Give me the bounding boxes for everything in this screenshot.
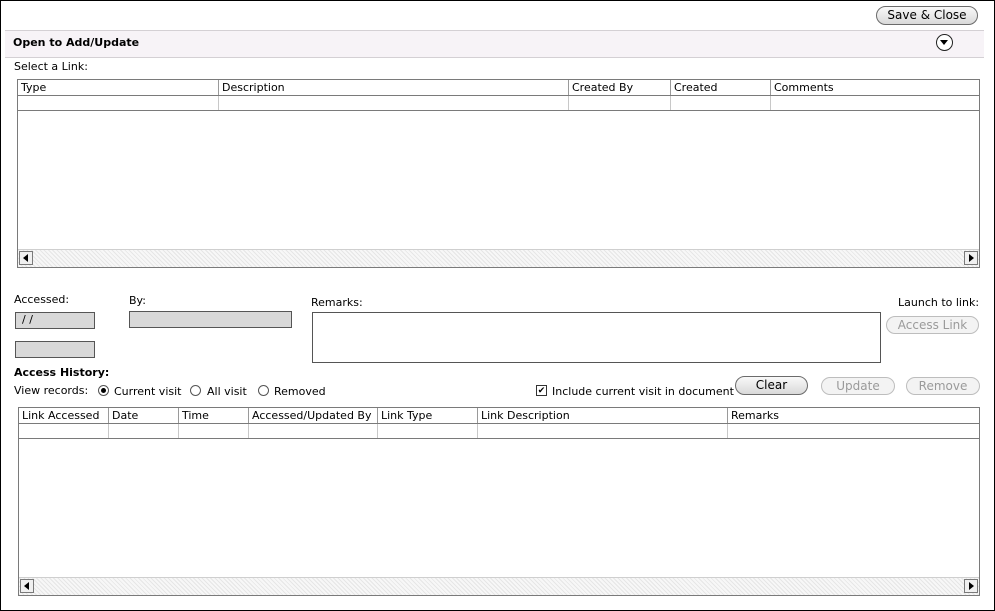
remove-button[interactable]: Remove bbox=[906, 377, 980, 395]
history-col-time[interactable]: Time bbox=[179, 408, 249, 423]
radio-current-visit[interactable] bbox=[98, 385, 109, 396]
chevron-down-icon[interactable] bbox=[936, 34, 953, 51]
history-col-remarks[interactable]: Remarks bbox=[728, 408, 979, 423]
links-col-comments[interactable]: Comments bbox=[771, 80, 979, 95]
history-col-link-type[interactable]: Link Type bbox=[378, 408, 478, 423]
table-cell bbox=[478, 424, 728, 438]
scroll-right-icon[interactable] bbox=[964, 251, 978, 265]
links-table[interactable]: Type Description Created By Created Comm… bbox=[17, 79, 980, 268]
radio-removed[interactable] bbox=[258, 385, 269, 396]
radio-removed-label[interactable]: Removed bbox=[274, 385, 326, 398]
history-col-date[interactable]: Date bbox=[109, 408, 179, 423]
accessed-label: Accessed: bbox=[14, 293, 70, 306]
links-table-header: Type Description Created By Created Comm… bbox=[18, 80, 979, 96]
launch-label: Launch to link: bbox=[898, 296, 980, 309]
history-table-header: Link Accessed Date Time Accessed/Updated… bbox=[19, 408, 979, 424]
table-row[interactable] bbox=[18, 96, 979, 111]
radio-all-visit[interactable] bbox=[190, 385, 201, 396]
scroll-right-icon[interactable] bbox=[964, 579, 978, 593]
table-cell bbox=[378, 424, 478, 438]
view-records-label: View records: bbox=[14, 384, 89, 397]
by-label: By: bbox=[129, 294, 146, 307]
scroll-left-icon[interactable] bbox=[19, 251, 33, 265]
include-visit-checkbox[interactable] bbox=[536, 385, 547, 396]
links-col-description[interactable]: Description bbox=[219, 80, 569, 95]
accessed-date-field[interactable]: / / bbox=[15, 312, 95, 329]
table-cell bbox=[569, 96, 671, 110]
clear-button[interactable]: Clear bbox=[735, 376, 808, 395]
save-close-button[interactable]: Save & Close bbox=[876, 6, 978, 25]
include-visit-label[interactable]: Include current visit in document bbox=[552, 385, 734, 398]
remarks-textarea[interactable] bbox=[312, 312, 881, 363]
section-header[interactable]: Open to Add/Update bbox=[5, 30, 984, 58]
radio-current-visit-label[interactable]: Current visit bbox=[114, 385, 181, 398]
access-history-table[interactable]: Link Accessed Date Time Accessed/Updated… bbox=[18, 407, 980, 596]
remarks-label: Remarks: bbox=[311, 296, 363, 309]
links-horizontal-scrollbar[interactable] bbox=[18, 249, 979, 267]
access-link-button[interactable]: Access Link bbox=[886, 316, 979, 334]
table-cell bbox=[179, 424, 249, 438]
table-cell bbox=[18, 96, 219, 110]
section-header-title: Open to Add/Update bbox=[13, 36, 140, 49]
links-col-type[interactable]: Type bbox=[18, 80, 219, 95]
links-col-created[interactable]: Created bbox=[671, 80, 771, 95]
history-col-accessed-by[interactable]: Accessed/Updated By bbox=[249, 408, 378, 423]
scroll-left-icon[interactable] bbox=[20, 579, 34, 593]
table-cell bbox=[109, 424, 179, 438]
links-col-created-by[interactable]: Created By bbox=[569, 80, 671, 95]
update-button[interactable]: Update bbox=[821, 377, 895, 395]
by-field[interactable] bbox=[129, 311, 292, 328]
access-history-title: Access History: bbox=[14, 366, 110, 379]
table-row[interactable] bbox=[19, 424, 979, 439]
table-cell bbox=[249, 424, 378, 438]
link-manager-window: Save & Close Open to Add/Update Select a… bbox=[0, 0, 995, 611]
table-cell bbox=[671, 96, 771, 110]
table-cell bbox=[19, 424, 109, 438]
radio-all-visit-label[interactable]: All visit bbox=[207, 385, 247, 398]
history-horizontal-scrollbar[interactable] bbox=[19, 577, 979, 595]
table-cell bbox=[219, 96, 569, 110]
history-col-link-accessed[interactable]: Link Accessed bbox=[19, 408, 109, 423]
select-link-label: Select a Link: bbox=[14, 60, 88, 73]
history-col-link-description[interactable]: Link Description bbox=[478, 408, 728, 423]
accessed-time-field[interactable] bbox=[15, 341, 95, 358]
